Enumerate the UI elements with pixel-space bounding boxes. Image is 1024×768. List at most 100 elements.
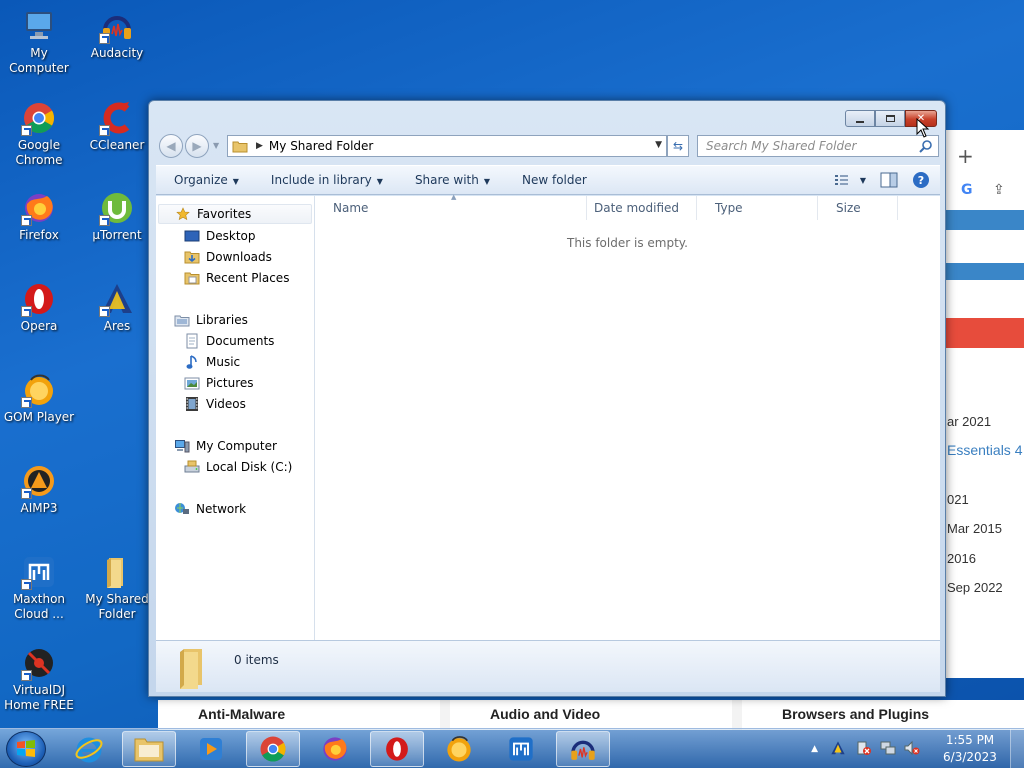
- share-icon[interactable]: ⇪: [993, 182, 1005, 198]
- start-button[interactable]: [6, 731, 46, 767]
- nav-music[interactable]: Music: [184, 352, 240, 372]
- desktop-icon-ares[interactable]: Ares: [78, 281, 156, 334]
- column-size-label: Size: [836, 201, 861, 215]
- column-header-date-modified[interactable]: Date modified: [576, 196, 697, 220]
- refresh-button[interactable]: ⇆: [667, 135, 689, 157]
- minimize-icon: [856, 120, 864, 123]
- desktop-icon-maxthon[interactable]: Maxthon Cloud ...: [0, 554, 78, 622]
- command-bar: Organize ▼ Include in library ▼ Share with…: [156, 165, 940, 195]
- desktop-icon-utorrent[interactable]: µTorrent: [78, 190, 156, 243]
- taskbar-media-player[interactable]: [184, 731, 238, 767]
- list-item[interactable]: Sep 2022: [947, 580, 1003, 595]
- desktop-icon-aimp3[interactable]: AIMP3: [0, 463, 78, 516]
- gom-player-icon: [21, 372, 57, 408]
- svg-text:?: ?: [918, 174, 924, 187]
- audacity-icon: [571, 740, 595, 760]
- desktop-icon-chrome[interactable]: Google Chrome: [0, 100, 78, 168]
- list-item[interactable]: ar 2021: [947, 414, 991, 429]
- chrome-icon: [260, 736, 286, 762]
- desktop-icon-my-shared-folder[interactable]: My Shared Folder: [78, 554, 156, 622]
- nav-network[interactable]: Network: [174, 499, 246, 519]
- taskbar-gom-player[interactable]: [432, 731, 486, 767]
- taskbar-internet-explorer[interactable]: [62, 731, 116, 767]
- category-browsers-plugins[interactable]: Browsers and Plugins: [742, 700, 1024, 730]
- desktop-icon-label: AIMP3: [20, 501, 58, 515]
- nav-desktop[interactable]: Desktop: [184, 226, 256, 246]
- organize-menu[interactable]: Organize ▼: [156, 173, 253, 187]
- nav-libraries[interactable]: Libraries: [174, 310, 248, 330]
- search-icon[interactable]: [919, 139, 933, 156]
- action-center-icon[interactable]: [856, 740, 872, 759]
- show-hidden-icons-button[interactable]: ▲: [811, 744, 818, 754]
- show-desktop-button[interactable]: [1010, 729, 1024, 768]
- taskbar-maxthon[interactable]: [494, 731, 548, 767]
- taskbar: ▲ 1:55 PM 6/3/2023: [0, 728, 1024, 768]
- taskbar-opera[interactable]: [370, 731, 424, 767]
- new-tab-button[interactable]: +: [957, 144, 974, 168]
- nav-recent-places[interactable]: Recent Places: [184, 268, 289, 288]
- category-audio-video[interactable]: Audio and Video: [450, 700, 732, 730]
- desktop-icon-gom-player[interactable]: GOM Player: [0, 372, 78, 425]
- change-view-button[interactable]: ▼: [834, 173, 866, 187]
- column-header-type[interactable]: Type: [697, 196, 818, 220]
- chevron-down-icon: ▼: [859, 175, 866, 185]
- nav-videos[interactable]: Videos: [184, 394, 246, 414]
- desktop-icon-opera[interactable]: Opera: [0, 281, 78, 334]
- nav-pictures[interactable]: Pictures: [184, 373, 254, 393]
- taskbar-firefox[interactable]: [308, 731, 362, 767]
- nav-libraries-label: Libraries: [196, 313, 248, 327]
- nav-downloads[interactable]: Downloads: [184, 247, 272, 267]
- list-item[interactable]: Mar 2015: [947, 521, 1002, 536]
- network-tray-icon[interactable]: [880, 740, 896, 759]
- firefox-icon: [323, 737, 347, 761]
- preview-pane-button[interactable]: [880, 172, 898, 188]
- nav-my-computer[interactable]: My Computer: [174, 436, 277, 456]
- desktop-icon-audacity[interactable]: Audacity: [78, 8, 156, 61]
- empty-folder-message: This folder is empty.: [567, 236, 688, 250]
- recent-pages-dropdown[interactable]: ▼: [213, 141, 219, 150]
- column-header-size[interactable]: Size: [818, 196, 898, 220]
- taskbar-google-chrome[interactable]: [246, 731, 300, 767]
- taskbar-audacity[interactable]: [556, 731, 610, 767]
- breadcrumb-separator-icon[interactable]: ▶: [256, 141, 263, 151]
- volume-muted-icon[interactable]: [904, 740, 920, 759]
- column-header-name[interactable]: Name: [315, 196, 587, 220]
- clock[interactable]: 1:55 PM 6/3/2023: [930, 732, 1010, 766]
- include-in-library-menu[interactable]: Include in library ▼: [253, 173, 397, 187]
- desktop-icon-virtualdj[interactable]: VirtualDJ Home FREE: [0, 645, 78, 713]
- desktop-icon-firefox[interactable]: Firefox: [0, 190, 78, 243]
- back-button[interactable]: ◀: [159, 134, 183, 158]
- clock-time: 1:55 PM: [945, 733, 995, 747]
- taskbar-windows-explorer[interactable]: [122, 731, 176, 767]
- desktop-icon-my-computer[interactable]: My Computer: [0, 8, 78, 76]
- search-input[interactable]: Search My Shared Folder: [697, 135, 939, 157]
- list-item[interactable]: Essentials 4: [947, 442, 1022, 458]
- libraries-icon: [174, 312, 190, 328]
- category-anti-malware[interactable]: Anti-Malware: [158, 700, 440, 730]
- nav-documents[interactable]: Documents: [184, 331, 274, 351]
- desktop-icon-ccleaner[interactable]: CCleaner: [78, 100, 156, 153]
- address-dropdown-icon[interactable]: ▼: [655, 140, 662, 150]
- ares-tray-icon[interactable]: [830, 740, 846, 759]
- firefox-icon: [21, 190, 57, 226]
- organize-label: Organize: [174, 173, 228, 187]
- list-item[interactable]: 021: [947, 492, 969, 507]
- nav-network-label: Network: [196, 502, 247, 516]
- file-list[interactable]: ▲ Name Date modified Type Size This fold…: [315, 193, 940, 640]
- maximize-button[interactable]: [875, 110, 905, 127]
- nav-local-disk[interactable]: Local Disk (C:): [184, 457, 292, 477]
- address-row: ◀ ▶ ▼ ▶ My Shared Folder ▼ ⇆ Search My S…: [157, 133, 939, 159]
- help-button[interactable]: ?: [912, 171, 930, 189]
- background-browser-window: + G ⇪ ar 2021 Essentials 4 021 Mar 2015 …: [940, 130, 1024, 678]
- forward-button[interactable]: ▶: [185, 134, 209, 158]
- red-bar: [941, 318, 1024, 348]
- breadcrumb-my-shared-folder[interactable]: My Shared Folder: [269, 139, 373, 153]
- minimize-button[interactable]: [845, 110, 875, 127]
- share-with-menu[interactable]: Share with ▼: [397, 173, 504, 187]
- new-folder-button[interactable]: New folder: [504, 173, 601, 187]
- list-item[interactable]: 2016: [947, 551, 976, 566]
- folder-icon: [174, 645, 210, 692]
- address-bar[interactable]: ▶ My Shared Folder ▼: [227, 135, 667, 157]
- nav-favorites[interactable]: Favorites: [158, 204, 312, 224]
- desktop-icon-label: Ares: [103, 319, 131, 333]
